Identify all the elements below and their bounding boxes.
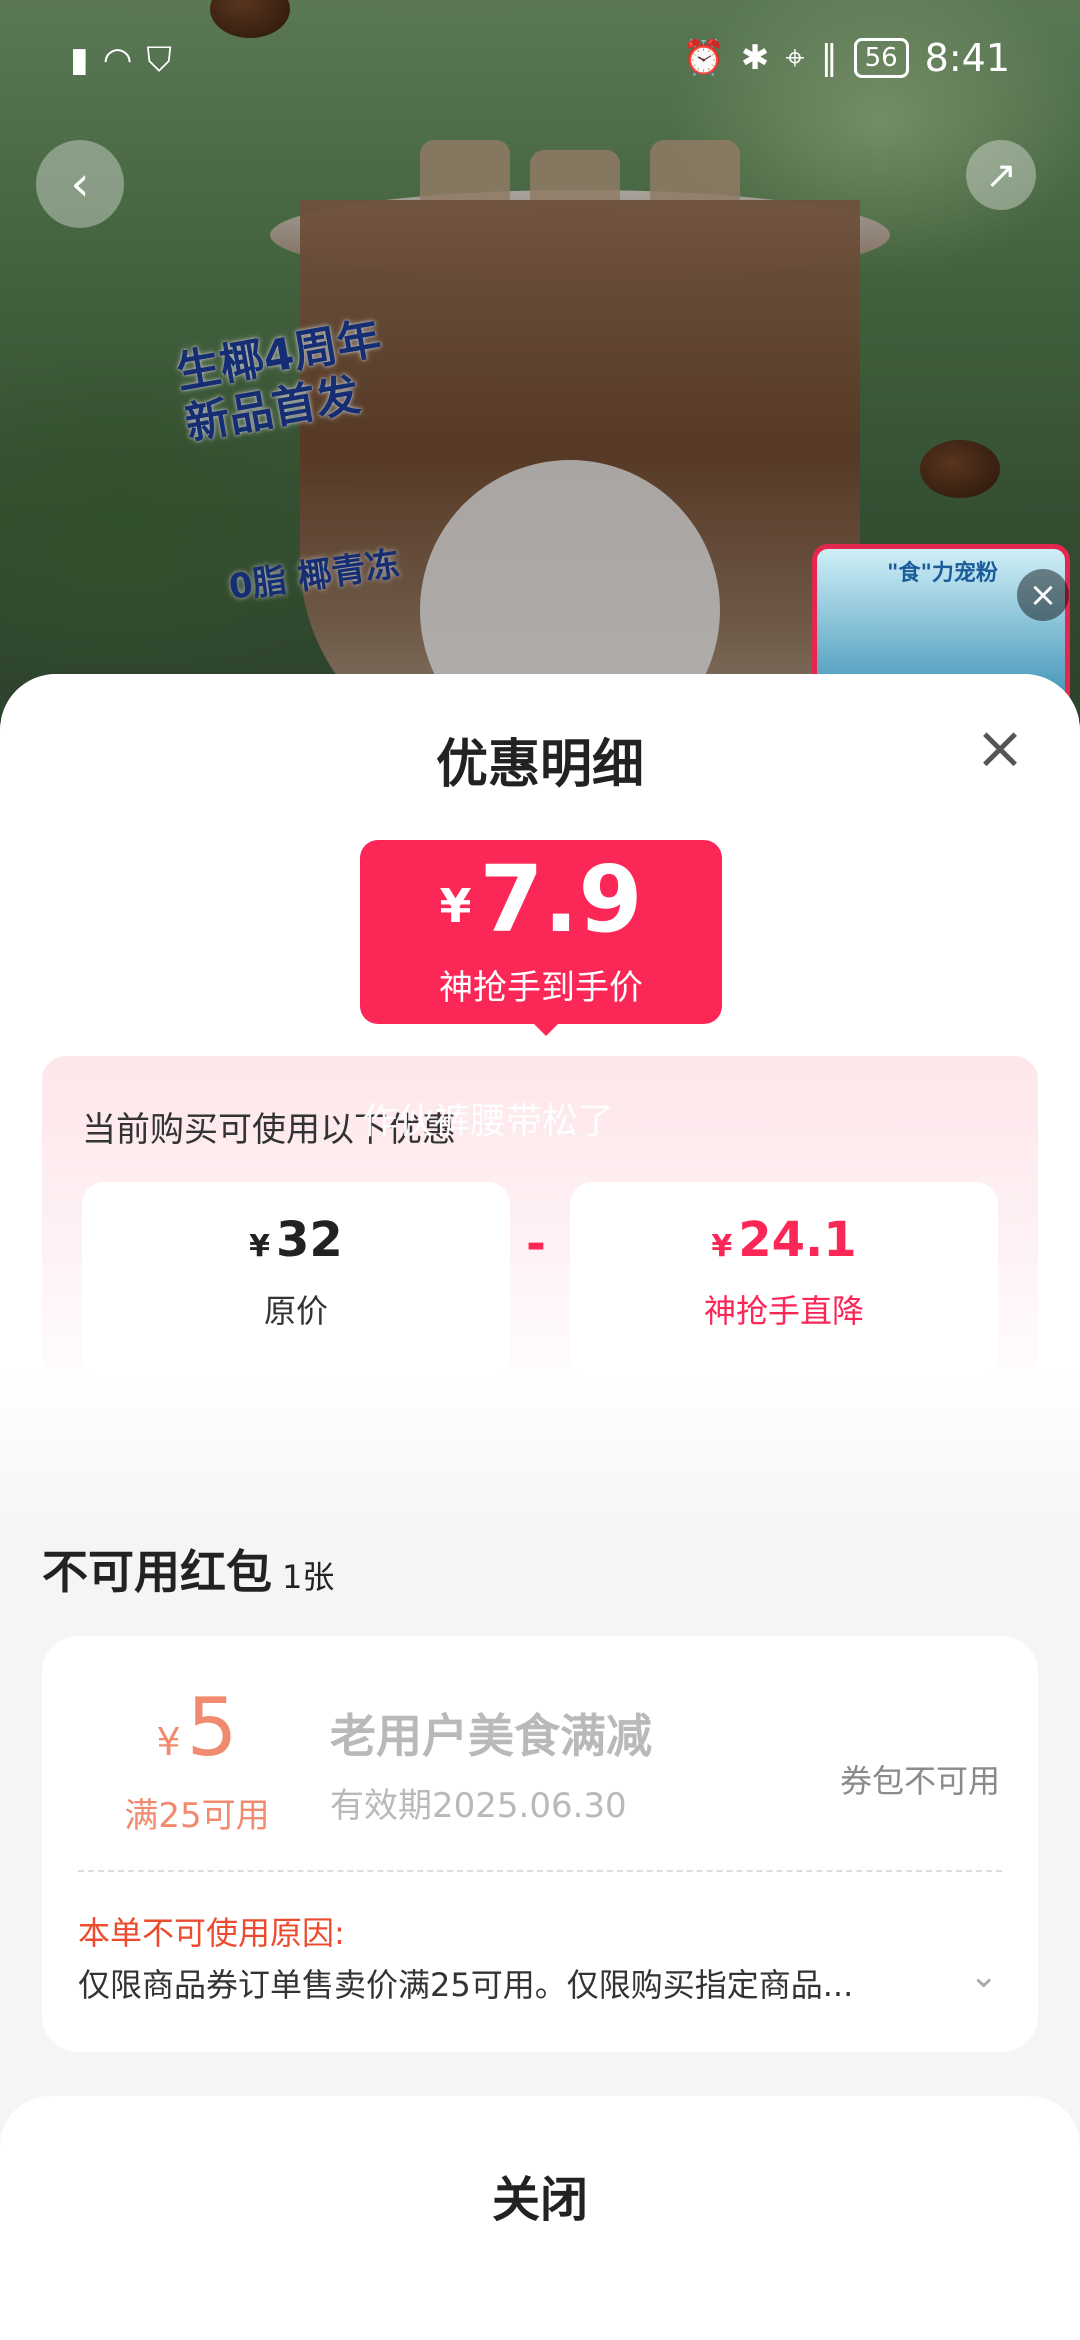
battery-indicator: 56 bbox=[853, 38, 909, 78]
bottom-action-bar: 关闭 bbox=[0, 2096, 1080, 2340]
reason-text: 仅限商品券订单售卖价满25可用。仅限购买指定商品... bbox=[78, 1966, 854, 2004]
minus-sign: - bbox=[526, 1216, 546, 1272]
price-box-pointer bbox=[530, 1020, 562, 1036]
close-icon[interactable]: × bbox=[1017, 569, 1069, 621]
chevron-left-icon: ‹ bbox=[70, 156, 90, 212]
coupon-amount: ¥5 满25可用 bbox=[82, 1686, 312, 1837]
alert-icon: ▮ bbox=[70, 40, 89, 80]
vpn-shield-icon: ⛉ bbox=[146, 40, 172, 80]
coupon-name: 老用户美食满减 bbox=[330, 1709, 652, 1763]
final-price: ¥7.9 bbox=[360, 850, 722, 956]
close-button[interactable]: 关闭 bbox=[0, 2160, 1080, 2230]
share-icon: ↗ bbox=[985, 153, 1017, 197]
location-icon: ⌖ bbox=[785, 38, 805, 78]
wifi-icon: ◠ bbox=[102, 40, 133, 80]
dashed-divider bbox=[78, 1870, 1002, 1872]
discount-breakdown-panel: 当前购买可使用以下优惠 作伙裤腰带松了 ¥32 原价 - ¥24.1 神抢手直降 bbox=[42, 1056, 1038, 1406]
currency-symbol: ¥ bbox=[711, 1229, 733, 1264]
vibrate-icon: ‖ bbox=[820, 38, 838, 78]
coupon-card[interactable]: ¥5 满25可用 老用户美食满减 有效期2025.06.30 券包不可用 本单不… bbox=[42, 1636, 1038, 2052]
discount-detail-sheet: 优惠明细 × ¥7.9 神抢手到手价 当前购买可使用以下优惠 作伙裤腰带松了 ¥… bbox=[0, 674, 1080, 2340]
final-price-box: ¥7.9 神抢手到手价 bbox=[360, 840, 722, 1024]
original-price-label: 原价 bbox=[263, 1292, 328, 1330]
watermark-text: 作伙裤腰带松了 bbox=[362, 1101, 615, 1142]
coupon-count: 1张 bbox=[282, 1558, 335, 1596]
section-title-text: 不可用红包 bbox=[42, 1545, 272, 1599]
reduction-label: 神抢手直降 bbox=[703, 1292, 864, 1330]
status-bar: ▮ ◠ ⛉ ⏰ ✱ ⌖ ‖ 56 8:41 bbox=[0, 0, 1080, 120]
final-price-amount: 7.9 bbox=[479, 846, 643, 953]
share-button[interactable]: ↗ bbox=[966, 140, 1036, 210]
original-price-amount: 32 bbox=[276, 1212, 343, 1268]
final-price-label: 神抢手到手价 bbox=[439, 967, 643, 1008]
currency-symbol: ¥ bbox=[439, 878, 472, 933]
coupon-condition: 满25可用 bbox=[124, 1796, 270, 1836]
promo-title: "食"力宠粉 bbox=[887, 561, 998, 586]
chevron-down-icon[interactable]: ⌄ bbox=[970, 1956, 999, 1996]
currency-symbol: ¥ bbox=[249, 1229, 271, 1264]
coupon-status: 券包不可用 bbox=[839, 1762, 1000, 1800]
sheet-title: 优惠明细 bbox=[435, 735, 644, 795]
alarm-icon: ⏰ bbox=[682, 38, 725, 78]
reduction-cell: ¥24.1 神抢手直降 bbox=[570, 1182, 998, 1382]
unavailable-coupons-title: 不可用红包 1张 bbox=[42, 1536, 334, 1602]
original-price-cell: ¥32 原价 bbox=[82, 1182, 510, 1382]
clock: 8:41 bbox=[924, 36, 1010, 80]
bluetooth-icon: ✱ bbox=[740, 38, 770, 78]
currency-symbol: ¥ bbox=[156, 1720, 181, 1764]
coupon-value: 5 bbox=[186, 1681, 238, 1774]
product-hero-image: 生椰4周年 新品首发 0脂 椰青冻 ▮ ◠ ⛉ ⏰ ✱ ⌖ ‖ 56 8:41 … bbox=[0, 0, 1080, 720]
close-icon[interactable]: × bbox=[970, 718, 1030, 778]
back-button[interactable]: ‹ bbox=[36, 140, 124, 228]
reduction-amount: 24.1 bbox=[738, 1212, 857, 1268]
coupon-validity: 有效期2025.06.30 bbox=[330, 1786, 627, 1826]
reason-title: 本单不可使用原因: bbox=[78, 1914, 345, 1952]
